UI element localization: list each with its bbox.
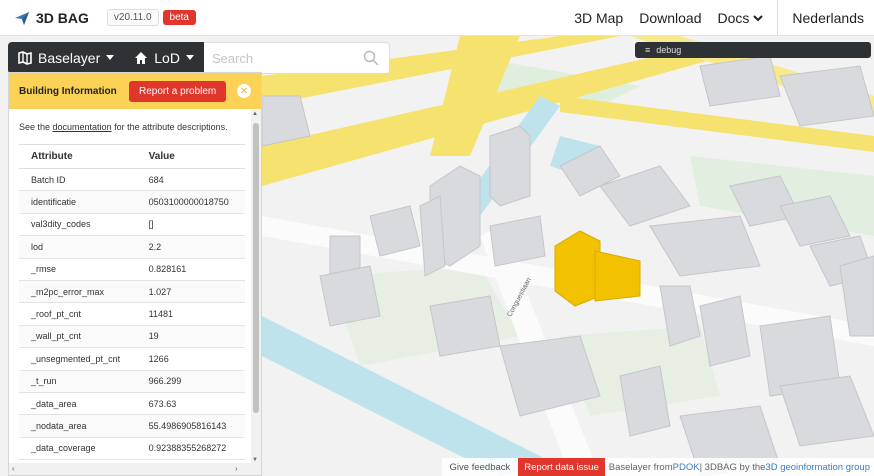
version-badge: v20.11.0 [106, 9, 159, 26]
table-row: _data_coverage 0.92388355268272 [19, 437, 245, 461]
attribute-name: _wall_pt_cnt [19, 325, 137, 349]
baselayer-dropdown[interactable]: Baselayer [8, 42, 125, 74]
lod-label: LoD [154, 50, 180, 66]
scrollbar-thumb[interactable] [253, 123, 259, 413]
attribute-value: 2.2 [136, 235, 245, 259]
caret-down-icon [106, 55, 115, 60]
nav-download[interactable]: Download [631, 10, 709, 26]
attribute-value: 11481 [136, 302, 245, 326]
attribute-value: 684 [136, 168, 245, 192]
baselayer-label: Baselayer [38, 50, 101, 66]
debug-toggle[interactable]: ≡ debug [635, 42, 871, 58]
attribute-value: 1.027 [136, 280, 245, 304]
table-row: _unsegmented_pt_cnt 1266 [19, 347, 245, 371]
attrib-prefix: Baselayer from [608, 461, 673, 473]
scroll-right-icon[interactable]: › [235, 464, 238, 473]
attribute-name: _unsegmented_pt_cnt [19, 347, 137, 371]
map-icon [18, 51, 32, 65]
attribute-name: lod [19, 235, 137, 259]
attribute-value: 966.299 [136, 370, 245, 393]
search-input[interactable] [211, 50, 362, 66]
scroll-left-icon[interactable]: ‹ [12, 464, 15, 473]
attribute-name: _t_run [19, 370, 137, 393]
building-info-panel: Building Information Report a problem ✕ … [8, 72, 262, 476]
chevron-down-icon [753, 14, 764, 21]
doc-prefix: See the [19, 122, 53, 132]
documentation-link[interactable]: documentation [53, 122, 112, 132]
language-switch[interactable]: Nederlands [777, 0, 874, 36]
attribute-name: Batch ID [19, 168, 137, 192]
nav-docs-label: Docs [717, 9, 750, 26]
map-toolbar: Baselayer LoD [8, 42, 390, 74]
report-problem-button[interactable]: Report a problem [129, 80, 227, 102]
doc-description: See the documentation for the attribute … [9, 109, 253, 144]
debug-label: debug [656, 45, 682, 55]
report-data-issue-button[interactable]: Report data issue [518, 458, 605, 476]
close-icon[interactable]: ✕ [237, 84, 251, 98]
table-row: _roof_pt_cnt 11481 [19, 302, 245, 326]
give-feedback-link[interactable]: Give feedback [441, 458, 519, 476]
brand-name: 3D BAG [36, 9, 89, 26]
nav-docs[interactable]: Docs [709, 10, 771, 26]
vertical-scrollbar[interactable]: ▲ ▼ [251, 109, 261, 465]
attribute-value: [] [136, 213, 245, 237]
attribute-value: 673.63 [136, 392, 245, 416]
panel-body: See the documentation for the attribute … [9, 109, 253, 465]
brand[interactable]: 3D BAG v20.11.0 beta [14, 9, 196, 26]
table-row: _wall_pt_cnt 19 [19, 325, 245, 349]
table-row: _t_run 966.299 [19, 370, 245, 393]
map-footer: Give feedback Report data issue Baselaye… [441, 458, 874, 476]
3dbag-logo-icon [15, 11, 29, 25]
attribute-name: _m2pc_error_max [19, 280, 137, 304]
attribute-value: 19 [136, 325, 245, 349]
attrib-mid: | 3DBAG by the [699, 461, 766, 473]
top-navbar: 3D BAG v20.11.0 beta 3D Map Download Doc… [0, 0, 874, 36]
attribute-value: 0.828161 [136, 258, 245, 281]
table-row: lod 2.2 [19, 235, 245, 259]
panel-title: Building Information [19, 85, 117, 97]
3d-geoinfo-group-link[interactable]: 3D geoinformation group [765, 462, 870, 473]
horizontal-scrollbar[interactable]: ‹ › [9, 463, 261, 475]
table-row: _nodata_area 55.4986905816143 [19, 414, 245, 438]
table-row: _rmse 0.828161 [19, 258, 245, 281]
table-row: identificatie 0503100000018750 [19, 190, 245, 214]
lod-dropdown[interactable]: LoD [124, 42, 204, 74]
column-header-value: Value [136, 144, 245, 169]
attribute-value: 1266 [136, 347, 245, 371]
scroll-up-icon[interactable]: ▲ [252, 111, 258, 117]
attribute-name: identificatie [19, 190, 137, 214]
attribution: Baselayer from PDOK | 3DBAG by the 3D ge… [604, 458, 874, 476]
table-row: val3dity_codes[] [19, 213, 245, 237]
search-icon[interactable] [363, 50, 379, 66]
table-header-row: Attribute Value [19, 144, 245, 169]
table-row: _data_area 673.63 [19, 392, 245, 416]
attribute-name: _data_area [19, 392, 137, 416]
search-box [203, 42, 390, 74]
column-header-attribute: Attribute [19, 144, 137, 169]
menu-icon: ≡ [645, 45, 651, 55]
pdok-link[interactable]: PDOK [673, 462, 700, 473]
table-row: _m2pc_error_max 1.027 [19, 280, 245, 304]
home-icon [135, 52, 148, 64]
beta-badge: beta [162, 10, 196, 25]
attribute-name: val3dity_codes [19, 213, 137, 237]
attribute-name: _nodata_area [19, 414, 137, 438]
doc-suffix: for the attribute descriptions. [111, 122, 228, 132]
attribute-value: 0.92388355268272 [136, 437, 245, 461]
attribute-table: Attribute Value Batch ID 684 identificati… [19, 144, 245, 461]
attribute-value: 55.4986905816143 [136, 414, 245, 438]
attribute-name: _data_coverage [19, 437, 137, 461]
attribute-value: 0503100000018750 [136, 190, 245, 214]
table-row: Batch ID 684 [19, 168, 245, 192]
panel-header: Building Information Report a problem ✕ [9, 73, 261, 109]
attribute-name: _roof_pt_cnt [19, 302, 137, 326]
caret-down-icon [185, 55, 194, 60]
attribute-name: _rmse [19, 258, 137, 281]
nav-3d-map[interactable]: 3D Map [566, 10, 631, 26]
